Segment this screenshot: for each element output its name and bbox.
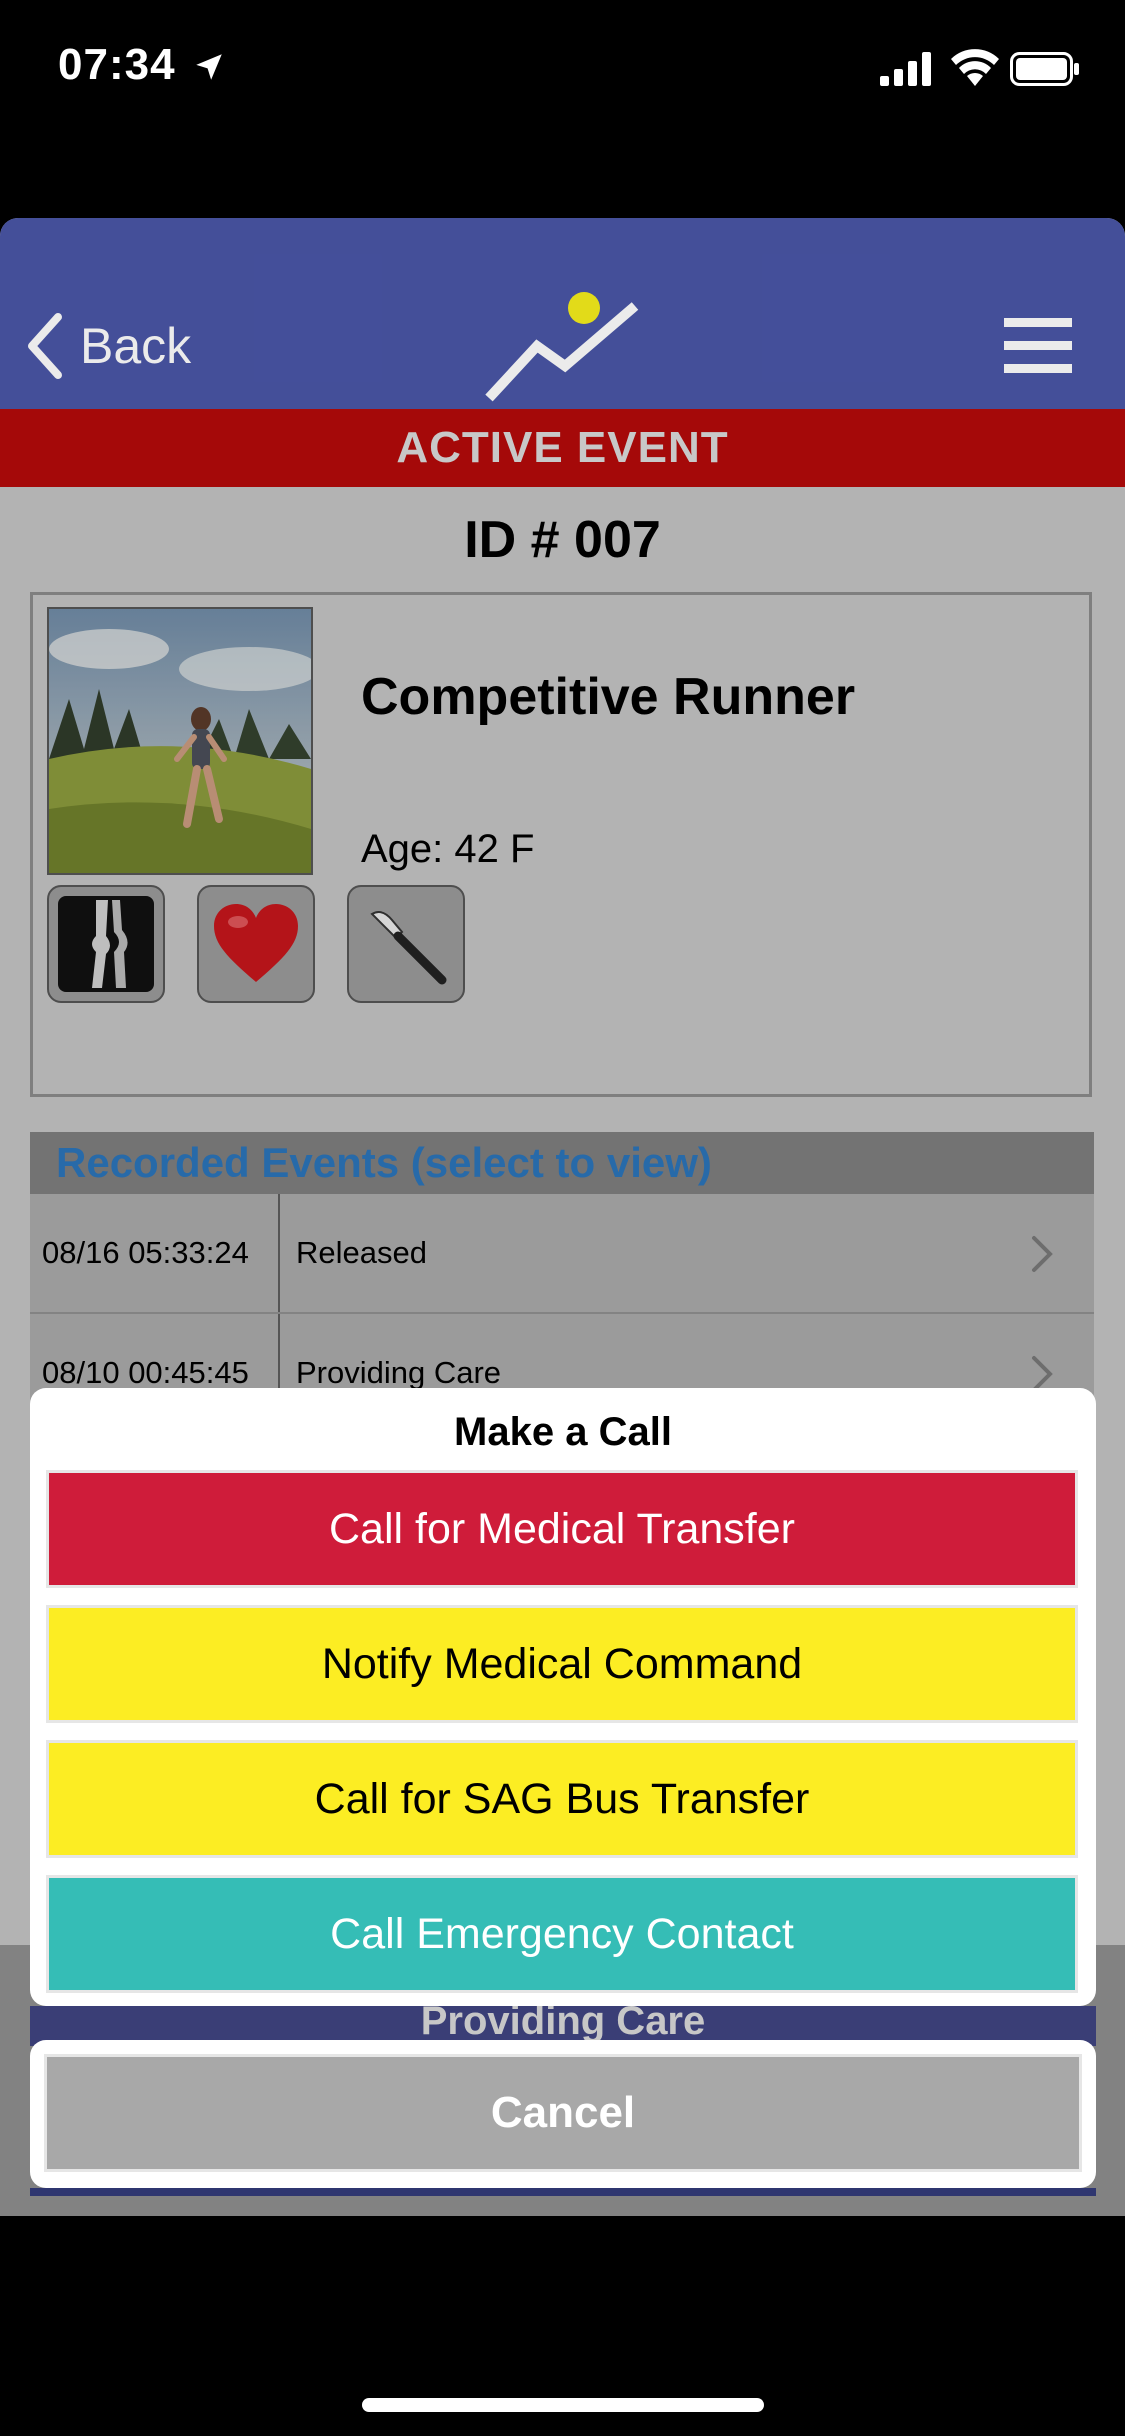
status-bar: 07:34: [0, 0, 1125, 140]
cancel-sheet: Cancel: [30, 2040, 1096, 2188]
status-time: 07:34: [58, 40, 176, 89]
sheet-title: Make a Call: [454, 1410, 672, 1454]
call-medical-transfer-button[interactable]: Call for Medical Transfer: [46, 1470, 1078, 1588]
call-emergency-contact-button[interactable]: Call Emergency Contact: [46, 1875, 1078, 1993]
notify-medical-command-button[interactable]: Notify Medical Command: [46, 1605, 1078, 1723]
cellular-signal-icon: [880, 52, 931, 86]
call-sag-bus-transfer-button[interactable]: Call for SAG Bus Transfer: [46, 1740, 1078, 1858]
bottom-stripe: [30, 2188, 1096, 2196]
battery-icon: [1010, 52, 1079, 86]
make-call-sheet: Make a Call Call for Medical Transfer No…: [30, 1388, 1096, 2006]
location-arrow-icon: [196, 54, 222, 80]
home-indicator[interactable]: [362, 2398, 764, 2412]
wifi-icon: [951, 49, 999, 86]
cancel-button[interactable]: Cancel: [44, 2054, 1082, 2172]
